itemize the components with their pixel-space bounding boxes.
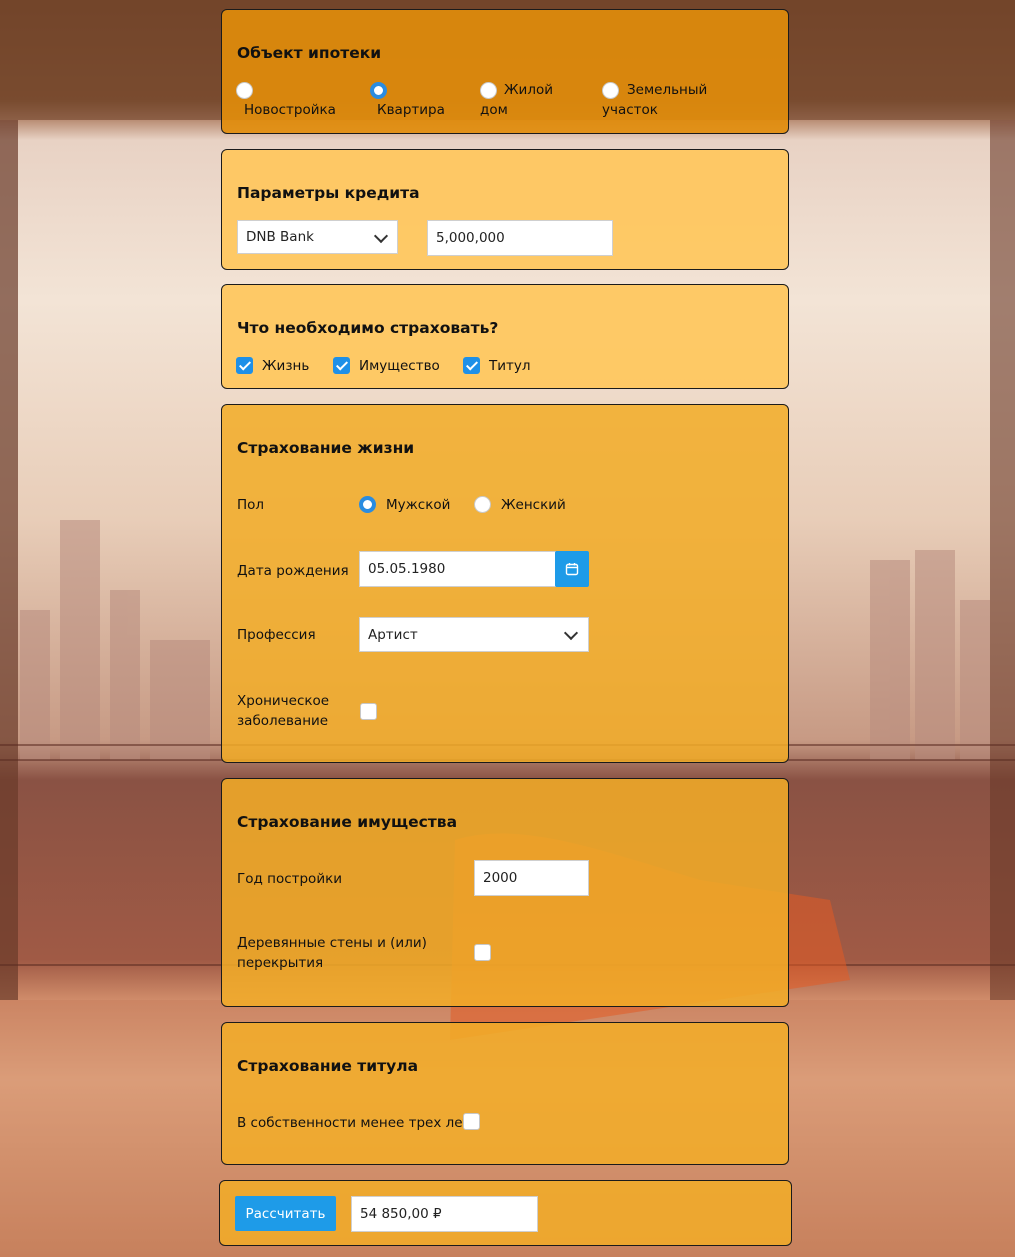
profession-value: Артист (368, 626, 418, 643)
build-year-value: 2000 (483, 870, 518, 886)
radio-house-label-line2: дом (480, 102, 508, 118)
title-insurance-card: Страхование титула В собственности менее… (221, 1022, 789, 1165)
checkbox-property[interactable] (333, 357, 350, 374)
radio-female[interactable] (474, 496, 491, 513)
checkbox-title[interactable] (463, 357, 480, 374)
life-insurance-title: Страхование жизни (237, 439, 415, 457)
checkbox-property-label: Имущество (359, 358, 440, 374)
calendar-icon (565, 563, 579, 576)
radio-new-building[interactable] (236, 82, 253, 99)
radio-house-label-line1: Жилой (504, 82, 553, 98)
radio-apartment[interactable] (370, 82, 387, 99)
owned-less-3-years-label: В собственности менее трех лет (237, 1115, 471, 1131)
wooden-walls-label-line2: перекрытия (237, 955, 324, 971)
birthdate-value: 05.05.1980 (368, 561, 446, 577)
radio-apartment-label: Квартира (377, 102, 445, 118)
gender-label: Пол (237, 497, 265, 513)
insure-what-card: Что необходимо страховать? Жизнь Имущест… (221, 284, 789, 389)
bank-select[interactable]: DNB Bank (237, 220, 398, 254)
calendar-button[interactable] (555, 551, 589, 587)
result-field: 54 850,00 ₽ (351, 1196, 538, 1232)
profession-label: Профессия (237, 627, 316, 643)
wooden-walls-checkbox[interactable] (474, 944, 491, 961)
radio-house[interactable] (480, 82, 497, 99)
calculate-button[interactable]: Рассчитать (235, 1196, 336, 1231)
radio-land-plot[interactable] (602, 82, 619, 99)
mortgage-object-card: Объект ипотеки Новостройка Квартира Жило… (221, 9, 789, 134)
chevron-down-icon (373, 228, 389, 244)
checkbox-life-label: Жизнь (262, 358, 310, 374)
chevron-down-icon (563, 625, 579, 641)
build-year-input[interactable]: 2000 (474, 860, 589, 896)
wooden-walls-label-line1: Деревянные стены и (или) (237, 935, 427, 951)
radio-male-label: Мужской (386, 497, 451, 513)
insure-what-title: Что необходимо страховать? (237, 319, 499, 337)
credit-params-title: Параметры кредита (237, 184, 420, 202)
radio-land-plot-label-line1: Земельный (627, 82, 708, 98)
radio-female-label: Женский (501, 497, 566, 513)
birthdate-label: Дата рождения (237, 563, 349, 579)
result-value: 54 850,00 ₽ (360, 1206, 442, 1222)
calculate-button-label: Рассчитать (245, 1205, 326, 1222)
build-year-label: Год постройки (237, 871, 343, 887)
radio-male[interactable] (359, 496, 376, 513)
checkbox-title-label: Титул (489, 358, 531, 374)
chronic-disease-checkbox[interactable] (360, 703, 377, 720)
birthdate-input[interactable]: 05.05.1980 (359, 551, 556, 587)
bank-select-value: DNB Bank (246, 229, 314, 245)
loan-amount-value: 5,000,000 (436, 230, 505, 246)
title-insurance-title: Страхование титула (237, 1057, 419, 1075)
chronic-disease-label-line1: Хроническое (237, 693, 330, 709)
checkbox-life[interactable] (236, 357, 253, 374)
property-insurance-card: Страхование имущества Год постройки 2000… (221, 778, 789, 1007)
life-insurance-card: Страхование жизни Пол Мужской Женский Да… (221, 404, 789, 763)
loan-amount-input[interactable]: 5,000,000 (427, 220, 613, 256)
profession-select[interactable]: Артист (359, 617, 589, 652)
radio-land-plot-label-line2: участок (602, 102, 658, 118)
property-insurance-title: Страхование имущества (237, 813, 458, 831)
mortgage-object-title: Объект ипотеки (237, 44, 382, 62)
credit-params-card: Параметры кредита DNB Bank 5,000,000 (221, 149, 789, 270)
radio-new-building-label: Новостройка (244, 102, 336, 118)
owned-less-3-years-checkbox[interactable] (463, 1113, 480, 1130)
chronic-disease-label-line2: заболевание (237, 713, 329, 729)
calculate-card: Рассчитать 54 850,00 ₽ (219, 1180, 792, 1246)
